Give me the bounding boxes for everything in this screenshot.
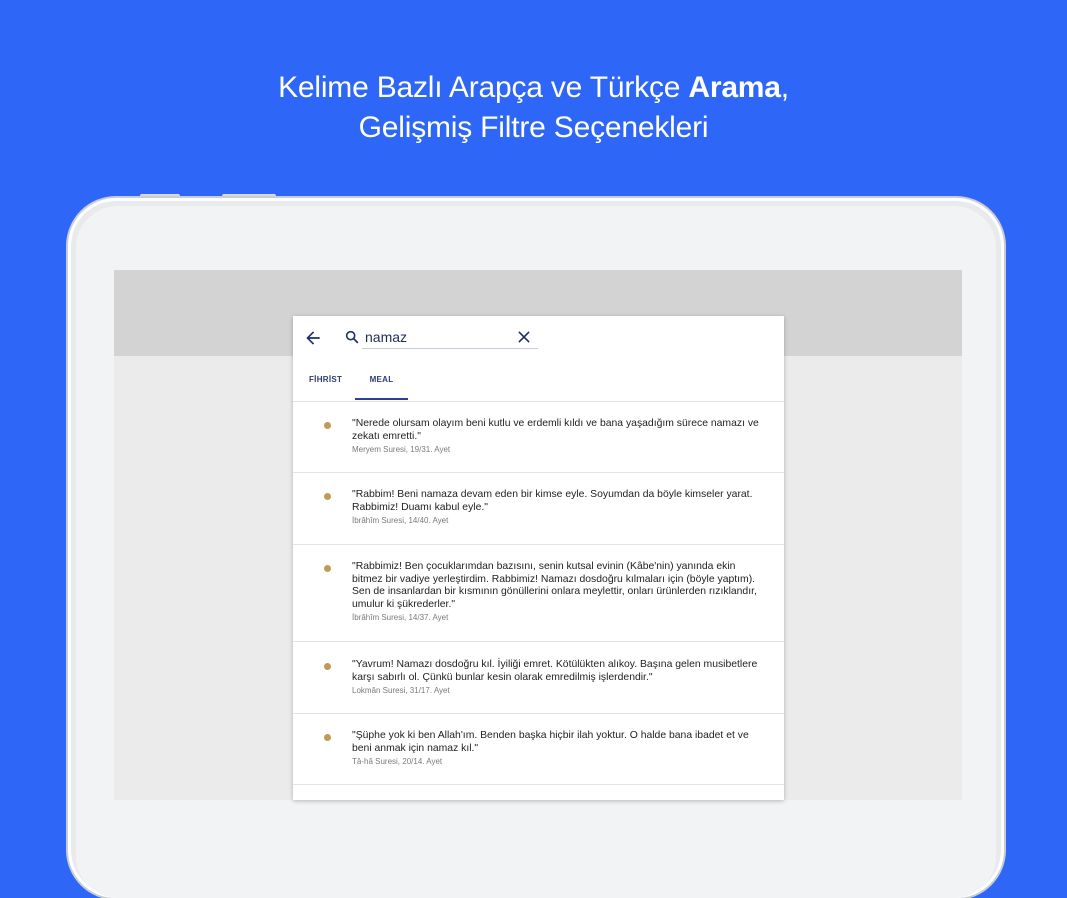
bullet-dot: [324, 565, 331, 572]
headline-text: Kelime Bazlı Arapça ve Türkçe: [278, 71, 689, 104]
result-item[interactable]: "Rabbimiz! Ben çocuklarımdan bazısını, s…: [293, 545, 784, 642]
verse-reference: İbrâhîm Suresi, 14/37. Ayet: [352, 613, 449, 622]
promo-headline: Kelime Bazlı Arapça ve Türkçe Arama, Gel…: [0, 68, 1067, 148]
tab-fihrist[interactable]: FİHRİST: [309, 366, 349, 398]
headline-line-2: Gelişmiş Filtre Seçenekleri: [358, 111, 709, 144]
verse-text: "Rabbimiz! Ben çocuklarımdan bazısını, s…: [352, 561, 757, 610]
bullet-dot: [324, 493, 331, 500]
close-icon[interactable]: [516, 329, 532, 345]
verse-text: "Şüphe yok ki ben Allah'ım. Benden başka…: [352, 730, 749, 754]
tab-bar: FİHRİST MEAL: [293, 366, 784, 400]
result-item[interactable]: "Yavrum! Namazı dosdoğru kıl. İyiliği em…: [293, 642, 784, 714]
headline-comma: ,: [780, 71, 789, 104]
search-bar: [293, 316, 784, 360]
verse-reference: Meryem Suresi, 19/31. Ayet: [352, 445, 451, 454]
results-list: "Nerede olursam olayım beni kutlu ve erd…: [293, 402, 784, 785]
result-item[interactable]: "Nerede olursam olayım beni kutlu ve erd…: [293, 402, 784, 473]
arrow-left-icon[interactable]: [303, 328, 323, 348]
bullet-dot: [324, 734, 331, 741]
tab-meal[interactable]: MEAL: [355, 366, 408, 400]
headline-bold-word: Arama: [688, 71, 781, 104]
search-panel: FİHRİST MEAL "Nerede olursam olayım beni…: [293, 316, 784, 800]
verse-reference: İbrâhîm Suresi, 14/40. Ayet: [352, 516, 449, 525]
result-item[interactable]: "Rabbim! Beni namaza devam eden bir kims…: [293, 473, 784, 545]
search-input-underline: [362, 348, 538, 349]
bullet-dot: [324, 422, 331, 429]
verse-text: "Nerede olursam olayım beni kutlu ve erd…: [352, 418, 759, 442]
verse-text: "Rabbim! Beni namaza devam eden bir kims…: [352, 489, 753, 513]
headline-line-1: Kelime Bazlı Arapça ve Türkçe Arama,: [0, 68, 1067, 108]
verse-reference: Tâ-hâ Suresi, 20/14. Ayet: [352, 757, 443, 766]
verse-text: "Yavrum! Namazı dosdoğru kıl. İyiliği em…: [352, 659, 758, 683]
search-icon: [345, 330, 359, 344]
verse-reference: Lokmân Suresi, 31/17. Ayet: [352, 686, 450, 695]
bullet-dot: [324, 663, 331, 670]
search-input[interactable]: [365, 326, 505, 348]
result-item[interactable]: "Şüphe yok ki ben Allah'ım. Benden başka…: [293, 714, 784, 785]
